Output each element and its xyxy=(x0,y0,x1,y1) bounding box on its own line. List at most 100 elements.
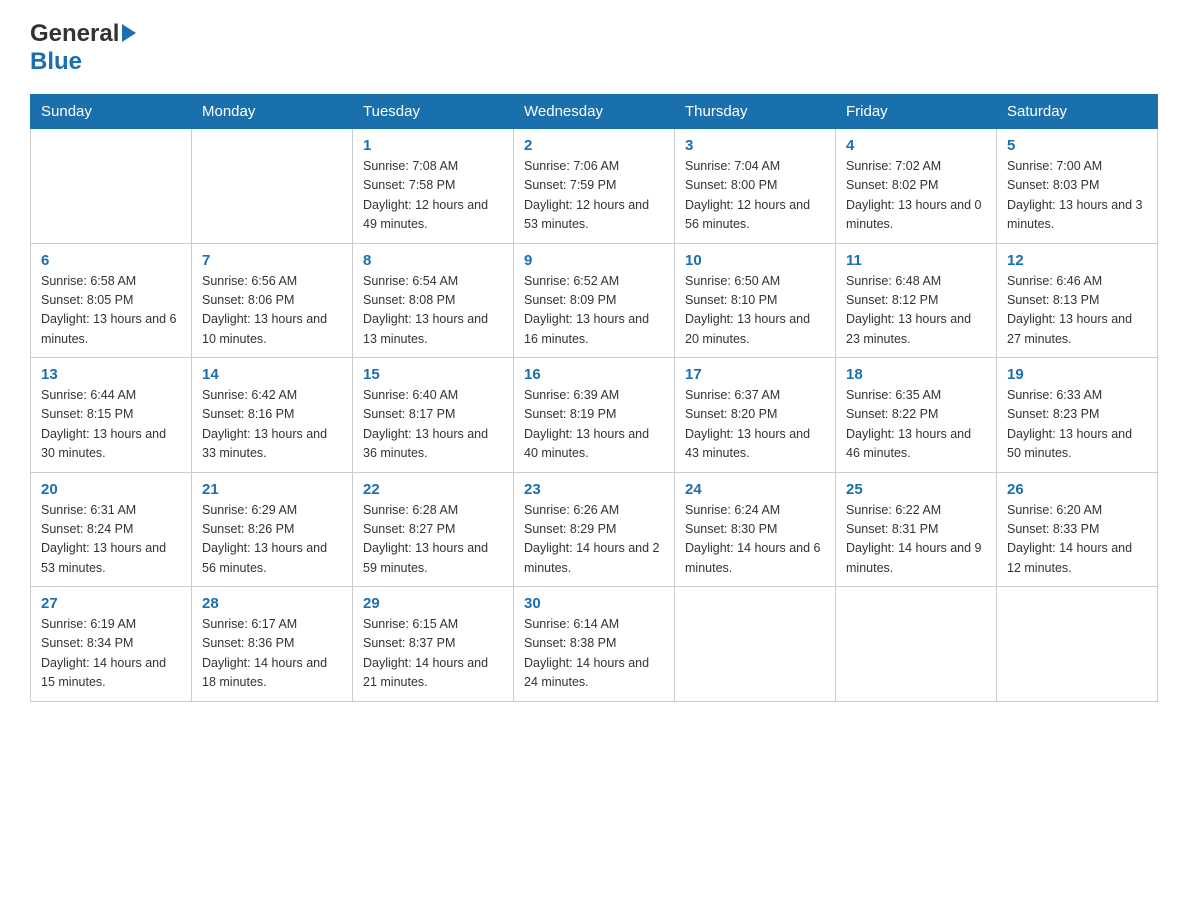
calendar-cell: 15 Sunrise: 6:40 AMSunset: 8:17 PMDayligh… xyxy=(353,358,514,473)
day-number: 28 xyxy=(202,595,342,612)
day-number: 21 xyxy=(202,481,342,498)
calendar-cell xyxy=(836,587,997,702)
calendar-week-row: 27 Sunrise: 6:19 AMSunset: 8:34 PMDayligh… xyxy=(31,587,1158,702)
calendar-cell: 2 Sunrise: 7:06 AMSunset: 7:59 PMDaylight… xyxy=(514,129,675,244)
day-number: 23 xyxy=(524,481,664,498)
calendar-cell: 25 Sunrise: 6:22 AMSunset: 8:31 PMDayligh… xyxy=(836,472,997,587)
calendar-week-row: 1 Sunrise: 7:08 AMSunset: 7:58 PMDaylight… xyxy=(31,129,1158,244)
day-number: 30 xyxy=(524,595,664,612)
day-number: 12 xyxy=(1007,252,1147,269)
day-info: Sunrise: 7:04 AMSunset: 8:00 PMDaylight:… xyxy=(685,157,825,235)
day-info: Sunrise: 6:29 AMSunset: 8:26 PMDaylight:… xyxy=(202,501,342,579)
day-info: Sunrise: 6:17 AMSunset: 8:36 PMDaylight:… xyxy=(202,615,342,693)
day-info: Sunrise: 7:02 AMSunset: 8:02 PMDaylight:… xyxy=(846,157,986,235)
day-info: Sunrise: 6:22 AMSunset: 8:31 PMDaylight:… xyxy=(846,501,986,579)
day-info: Sunrise: 6:15 AMSunset: 8:37 PMDaylight:… xyxy=(363,615,503,693)
calendar-cell: 10Sunrise: 6:50 AMSunset: 8:10 PMDayligh… xyxy=(675,243,836,358)
logo-text: GeneralBlue xyxy=(30,20,136,76)
calendar-cell: 30Sunrise: 6:14 AMSunset: 8:38 PMDayligh… xyxy=(514,587,675,702)
day-number: 25 xyxy=(846,481,986,498)
day-number: 24 xyxy=(685,481,825,498)
calendar-cell: 29 Sunrise: 6:15 AMSunset: 8:37 PMDayligh… xyxy=(353,587,514,702)
calendar-cell: 28 Sunrise: 6:17 AMSunset: 8:36 PMDayligh… xyxy=(192,587,353,702)
day-number: 7 xyxy=(202,252,342,269)
day-number: 15 xyxy=(363,366,503,383)
day-number: 10 xyxy=(685,252,825,269)
weekday-header-friday: Friday xyxy=(836,95,997,129)
day-info: Sunrise: 7:08 AMSunset: 7:58 PMDaylight:… xyxy=(363,157,503,235)
day-info: Sunrise: 6:19 AMSunset: 8:34 PMDaylight:… xyxy=(41,615,181,693)
day-number: 18 xyxy=(846,366,986,383)
calendar-cell: 18 Sunrise: 6:35 AMSunset: 8:22 PMDayligh… xyxy=(836,358,997,473)
day-number: 11 xyxy=(846,252,986,269)
day-number: 26 xyxy=(1007,481,1147,498)
calendar-cell: 4 Sunrise: 7:02 AMSunset: 8:02 PMDaylight… xyxy=(836,129,997,244)
calendar-cell: 22 Sunrise: 6:28 AMSunset: 8:27 PMDayligh… xyxy=(353,472,514,587)
calendar-cell: 19 Sunrise: 6:33 AMSunset: 8:23 PMDayligh… xyxy=(997,358,1158,473)
calendar-week-row: 20 Sunrise: 6:31 AMSunset: 8:24 PMDayligh… xyxy=(31,472,1158,587)
calendar-cell: 26 Sunrise: 6:20 AMSunset: 8:33 PMDayligh… xyxy=(997,472,1158,587)
day-number: 4 xyxy=(846,137,986,154)
weekday-header-thursday: Thursday xyxy=(675,95,836,129)
day-number: 13 xyxy=(41,366,181,383)
calendar-cell: 16 Sunrise: 6:39 AMSunset: 8:19 PMDayligh… xyxy=(514,358,675,473)
weekday-header-wednesday: Wednesday xyxy=(514,95,675,129)
day-number: 27 xyxy=(41,595,181,612)
day-number: 29 xyxy=(363,595,503,612)
day-info: Sunrise: 6:56 AMSunset: 8:06 PMDaylight:… xyxy=(202,272,342,350)
day-number: 20 xyxy=(41,481,181,498)
calendar-cell: 20 Sunrise: 6:31 AMSunset: 8:24 PMDayligh… xyxy=(31,472,192,587)
day-info: Sunrise: 7:06 AMSunset: 7:59 PMDaylight:… xyxy=(524,157,664,235)
calendar-cell: 8 Sunrise: 6:54 AMSunset: 8:08 PMDaylight… xyxy=(353,243,514,358)
calendar-cell: 3 Sunrise: 7:04 AMSunset: 8:00 PMDaylight… xyxy=(675,129,836,244)
calendar-cell: 17Sunrise: 6:37 AMSunset: 8:20 PMDayligh… xyxy=(675,358,836,473)
day-info: Sunrise: 6:52 AMSunset: 8:09 PMDaylight:… xyxy=(524,272,664,350)
page-header: GeneralBlue xyxy=(30,20,1158,76)
day-info: Sunrise: 6:54 AMSunset: 8:08 PMDaylight:… xyxy=(363,272,503,350)
day-info: Sunrise: 6:24 AMSunset: 8:30 PMDaylight:… xyxy=(685,501,825,579)
weekday-header-sunday: Sunday xyxy=(31,95,192,129)
day-number: 6 xyxy=(41,252,181,269)
calendar-cell xyxy=(31,129,192,244)
day-number: 22 xyxy=(363,481,503,498)
day-number: 19 xyxy=(1007,366,1147,383)
day-info: Sunrise: 6:40 AMSunset: 8:17 PMDaylight:… xyxy=(363,386,503,464)
calendar-week-row: 6Sunrise: 6:58 AMSunset: 8:05 PMDaylight… xyxy=(31,243,1158,358)
calendar-cell xyxy=(675,587,836,702)
day-info: Sunrise: 6:44 AMSunset: 8:15 PMDaylight:… xyxy=(41,386,181,464)
calendar-cell: 27 Sunrise: 6:19 AMSunset: 8:34 PMDayligh… xyxy=(31,587,192,702)
calendar-cell: 1 Sunrise: 7:08 AMSunset: 7:58 PMDaylight… xyxy=(353,129,514,244)
calendar-table: SundayMondayTuesdayWednesdayThursdayFrid… xyxy=(30,94,1158,702)
day-info: Sunrise: 6:33 AMSunset: 8:23 PMDaylight:… xyxy=(1007,386,1147,464)
calendar-cell: 21 Sunrise: 6:29 AMSunset: 8:26 PMDayligh… xyxy=(192,472,353,587)
day-info: Sunrise: 6:35 AMSunset: 8:22 PMDaylight:… xyxy=(846,386,986,464)
day-number: 3 xyxy=(685,137,825,154)
day-info: Sunrise: 6:31 AMSunset: 8:24 PMDaylight:… xyxy=(41,501,181,579)
day-info: Sunrise: 6:39 AMSunset: 8:19 PMDaylight:… xyxy=(524,386,664,464)
calendar-cell xyxy=(192,129,353,244)
calendar-cell: 12 Sunrise: 6:46 AMSunset: 8:13 PMDayligh… xyxy=(997,243,1158,358)
day-info: Sunrise: 6:46 AMSunset: 8:13 PMDaylight:… xyxy=(1007,272,1147,350)
calendar-cell: 6Sunrise: 6:58 AMSunset: 8:05 PMDaylight… xyxy=(31,243,192,358)
day-info: Sunrise: 7:00 AMSunset: 8:03 PMDaylight:… xyxy=(1007,157,1147,235)
day-number: 1 xyxy=(363,137,503,154)
weekday-header-row: SundayMondayTuesdayWednesdayThursdayFrid… xyxy=(31,95,1158,129)
day-number: 2 xyxy=(524,137,664,154)
calendar-cell: 7 Sunrise: 6:56 AMSunset: 8:06 PMDaylight… xyxy=(192,243,353,358)
logo-triangle-icon xyxy=(122,24,136,42)
calendar-cell: 13 Sunrise: 6:44 AMSunset: 8:15 PMDayligh… xyxy=(31,358,192,473)
weekday-header-monday: Monday xyxy=(192,95,353,129)
weekday-header-saturday: Saturday xyxy=(997,95,1158,129)
day-number: 9 xyxy=(524,252,664,269)
weekday-header-tuesday: Tuesday xyxy=(353,95,514,129)
day-number: 5 xyxy=(1007,137,1147,154)
calendar-cell: 5 Sunrise: 7:00 AMSunset: 8:03 PMDaylight… xyxy=(997,129,1158,244)
day-info: Sunrise: 6:28 AMSunset: 8:27 PMDaylight:… xyxy=(363,501,503,579)
day-number: 16 xyxy=(524,366,664,383)
day-number: 8 xyxy=(363,252,503,269)
logo: GeneralBlue xyxy=(30,20,136,76)
day-info: Sunrise: 6:42 AMSunset: 8:16 PMDaylight:… xyxy=(202,386,342,464)
calendar-cell: 24 Sunrise: 6:24 AMSunset: 8:30 PMDayligh… xyxy=(675,472,836,587)
calendar-cell: 11Sunrise: 6:48 AMSunset: 8:12 PMDayligh… xyxy=(836,243,997,358)
day-info: Sunrise: 6:20 AMSunset: 8:33 PMDaylight:… xyxy=(1007,501,1147,579)
